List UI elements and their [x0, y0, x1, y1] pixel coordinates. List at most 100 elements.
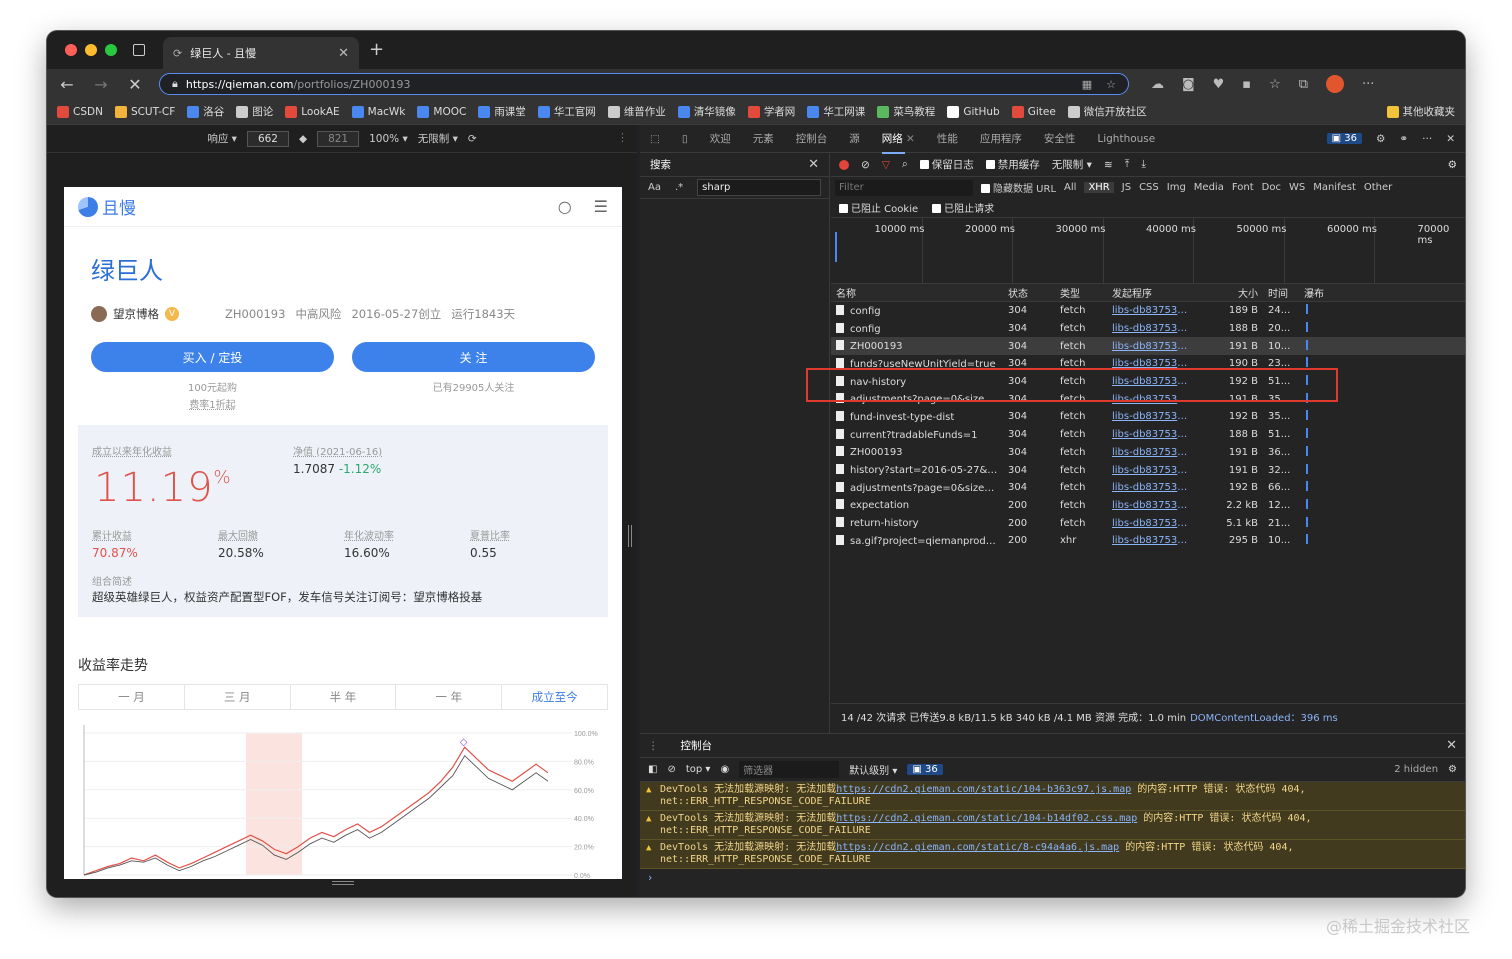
tab-lighthouse[interactable]: Lighthouse: [1097, 133, 1155, 145]
request-row[interactable]: expectation 200 fetch libs-db83753.j... 2.2 …: [831, 497, 1465, 515]
bookmark-item[interactable]: SCUT-CF: [114, 105, 175, 118]
type-filter[interactable]: JS: [1122, 182, 1131, 193]
request-row[interactable]: return-history 200 fetch libs-db83753.j... 5…: [831, 514, 1465, 532]
bookmark-item[interactable]: MOOC: [417, 105, 466, 118]
settings-gear-icon[interactable]: ⚙: [1376, 133, 1385, 145]
request-initiator-link[interactable]: libs-db83753.j...: [1107, 482, 1193, 493]
fee-link[interactable]: 费率1折起: [189, 400, 235, 411]
manager-link[interactable]: 望京博格 V: [91, 306, 179, 322]
bookmark-item[interactable]: 洛谷: [187, 104, 224, 119]
other-bookmarks[interactable]: 其他收藏夹: [1386, 104, 1455, 119]
request-initiator-link[interactable]: libs-db83753.j...: [1107, 411, 1193, 422]
emulation-more-icon[interactable]: ⋮: [617, 131, 628, 144]
bookmark-item[interactable]: 雨课堂: [478, 104, 526, 119]
request-initiator-link[interactable]: libs-db83753.j...: [1107, 500, 1193, 511]
request-initiator-link[interactable]: libs-db83753.j...: [1107, 305, 1193, 316]
request-row[interactable]: sa.gif?project=qiemanproducti... 200 xhr li…: [831, 532, 1465, 550]
hide-data-url-checkbox[interactable]: 隐藏数据 URL: [981, 180, 1056, 195]
request-initiator-link[interactable]: libs-db83753.j...: [1107, 465, 1193, 476]
search-icon[interactable]: ⌕: [902, 158, 908, 171]
more-menu-icon[interactable]: ···: [1362, 77, 1374, 92]
sidebar-toggle-icon[interactable]: ◧: [648, 764, 657, 775]
search-icon[interactable]: ○: [558, 197, 572, 216]
tab-console[interactable]: 控制台: [796, 131, 828, 146]
bookmark-item[interactable]: 学者网: [747, 104, 795, 119]
width-input[interactable]: 662: [246, 130, 289, 147]
stop-button[interactable]: ✕: [125, 75, 145, 94]
close-drawer-icon[interactable]: ✕: [1446, 738, 1457, 753]
col-name[interactable]: 名称: [831, 285, 1003, 300]
record-button[interactable]: [839, 159, 849, 170]
bookmark-item[interactable]: MacWk: [351, 105, 405, 118]
app-grid-icon[interactable]: ▦: [1082, 78, 1092, 91]
follow-button[interactable]: 关 注: [352, 342, 595, 372]
type-filter[interactable]: Img: [1167, 182, 1186, 193]
request-row[interactable]: fund-invest-type-dist 304 fetch libs-db8375…: [831, 408, 1465, 426]
type-filter-active[interactable]: XHR: [1084, 182, 1114, 193]
request-row[interactable]: adjustments?page=0&size=25... 304 fetch lib…: [831, 479, 1465, 497]
request-initiator-link[interactable]: libs-db83753.j...: [1107, 341, 1193, 352]
request-row[interactable]: ZH000193 304 fetch libs-db83753.j... 191 B 10…: [831, 337, 1465, 356]
col-initiator[interactable]: 发起程序: [1107, 285, 1193, 300]
type-filter[interactable]: Media: [1194, 182, 1224, 193]
resize-handle-right[interactable]: [628, 525, 632, 547]
disable-cache-checkbox[interactable]: 禁用缓存: [985, 157, 1040, 172]
connections-icon[interactable]: ⚭: [1399, 133, 1408, 145]
profile-avatar[interactable]: [1326, 75, 1345, 93]
network-throttle-select[interactable]: 无限制 ▾: [1052, 157, 1092, 172]
regex-toggle[interactable]: .*: [675, 182, 683, 193]
clear-icon[interactable]: ⊘: [861, 159, 870, 171]
maximize-window-button[interactable]: [105, 44, 117, 56]
request-row[interactable]: history?start=2016-05-27&end... 304 fetch l…: [831, 461, 1465, 479]
request-initiator-link[interactable]: libs-db83753.j...: [1107, 447, 1193, 458]
type-filter[interactable]: All: [1064, 182, 1076, 193]
bookmark-item[interactable]: 华工官网: [537, 104, 596, 119]
bookmark-item[interactable]: 微信开放社区: [1067, 104, 1147, 119]
wifi-icon[interactable]: ≋: [1104, 159, 1113, 171]
col-time[interactable]: 时间: [1263, 285, 1299, 300]
warning-url-link[interactable]: https://cdn2.qieman.com/static/104-b363c…: [836, 784, 1131, 795]
device-toggle-icon[interactable]: ▯: [682, 133, 688, 145]
tab-network[interactable]: 网络 ✕: [881, 131, 915, 154]
blocked-cookie-checkbox[interactable]: 已阻止 Cookie: [839, 200, 918, 215]
tab-actions-icon[interactable]: [133, 44, 145, 56]
adjustment-marker-icon[interactable]: ◇: [460, 737, 468, 748]
bookmark-item[interactable]: 清华镜像: [677, 104, 736, 119]
favorites-icon[interactable]: ☆: [1269, 77, 1281, 92]
download-icon[interactable]: ⤓: [1141, 158, 1146, 171]
close-window-button[interactable]: [65, 44, 77, 56]
type-filter[interactable]: Font: [1232, 182, 1254, 193]
type-filter[interactable]: Doc: [1262, 182, 1281, 193]
live-expression-eye-icon[interactable]: ◉: [720, 764, 729, 775]
warning-url-link[interactable]: https://cdn2.qieman.com/static/104-b14df…: [836, 813, 1137, 824]
type-filter[interactable]: Manifest: [1313, 182, 1356, 193]
bookmark-item[interactable]: LookAE: [285, 105, 340, 118]
rotate-icon[interactable]: ⟳: [468, 133, 477, 145]
request-row[interactable]: config 304 fetch libs-db83753.j... 188 B 20..…: [831, 320, 1465, 338]
favorite-star-icon[interactable]: ☆: [1106, 78, 1116, 91]
qieman-logo[interactable]: 且慢: [78, 194, 136, 219]
type-filter[interactable]: CSS: [1139, 182, 1159, 193]
close-search-icon[interactable]: ✕: [808, 157, 819, 172]
buy-button[interactable]: 买入 / 定投: [91, 342, 334, 372]
responsive-select[interactable]: 响应 ▾: [207, 131, 237, 146]
browser-tab[interactable]: ⟳ 绿巨人 - 且慢 ✕: [163, 37, 359, 69]
back-button[interactable]: ←: [57, 75, 77, 94]
bookmark-item[interactable]: 图论: [236, 104, 273, 119]
preserve-log-checkbox[interactable]: 保留日志: [919, 157, 974, 172]
period-tab[interactable]: 半 年: [291, 685, 397, 709]
menu-icon[interactable]: ☰: [594, 197, 608, 216]
col-type[interactable]: 类型: [1055, 285, 1107, 300]
console-filter-input[interactable]: 筛选器: [739, 761, 840, 778]
extension-mask-icon[interactable]: ◙: [1182, 77, 1195, 92]
console-issues-badge[interactable]: ▣ 36: [907, 764, 943, 775]
match-case-toggle[interactable]: Aa: [648, 182, 661, 193]
console-prompt[interactable]: ›: [640, 869, 1465, 886]
minimize-window-button[interactable]: [85, 44, 97, 56]
extension-cloud-icon[interactable]: ☁: [1151, 77, 1164, 92]
console-settings-icon[interactable]: ⚙: [1448, 764, 1457, 775]
bookmark-item[interactable]: 菜鸟教程: [877, 104, 935, 119]
warning-url-link[interactable]: https://cdn2.qieman.com/static/8-c94a4a6…: [836, 842, 1119, 853]
extension-cat-icon[interactable]: ♥: [1213, 77, 1225, 92]
clear-console-icon[interactable]: ⊘: [667, 764, 675, 775]
